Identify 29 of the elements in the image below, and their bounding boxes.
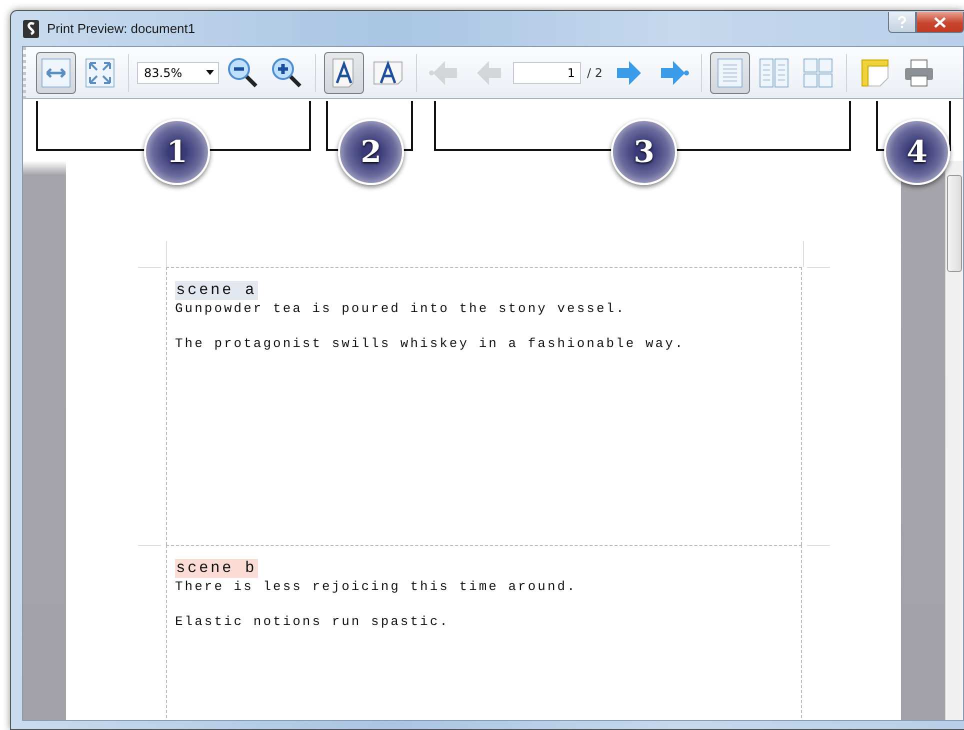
single-page-button[interactable] <box>710 52 750 94</box>
fit-width-icon <box>40 56 72 88</box>
close-icon <box>934 16 946 28</box>
scene-heading: scene a <box>175 281 258 300</box>
scene-text: The protagonist swills whiskey in a fashionable way. <box>175 335 686 352</box>
scrollbar-thumb[interactable] <box>947 175 962 272</box>
zoom-combo[interactable]: 83.5% <box>137 62 219 84</box>
window-title: Print Preview: document1 <box>47 21 196 36</box>
print-icon <box>902 56 934 88</box>
scene-text: There is less rejoicing this time around. <box>175 578 578 596</box>
zoom-out-icon <box>227 56 259 88</box>
four-pages-icon <box>802 56 834 88</box>
page-count: / 2 <box>587 66 602 80</box>
page-setup-icon <box>858 56 890 88</box>
scene-text: Gunpowder tea is poured into the stony vessel. <box>175 300 627 318</box>
close-button[interactable] <box>916 12 964 33</box>
vertical-scrollbar[interactable] <box>945 161 963 720</box>
app-logo-icon <box>23 20 39 38</box>
two-pages-icon <box>758 56 790 88</box>
dropdown-caret-icon <box>206 70 214 75</box>
fit-width-button[interactable] <box>36 52 76 94</box>
scene-text: Elastic notions run spastic. <box>175 613 450 630</box>
fit-page-icon <box>84 56 116 88</box>
zoom-in-icon <box>271 56 303 88</box>
scene-heading: scene b <box>175 559 258 578</box>
page-number-field[interactable]: 1 <box>513 62 581 84</box>
help-button[interactable] <box>888 12 916 33</box>
help-icon <box>897 16 907 28</box>
portrait-button[interactable] <box>324 52 364 94</box>
